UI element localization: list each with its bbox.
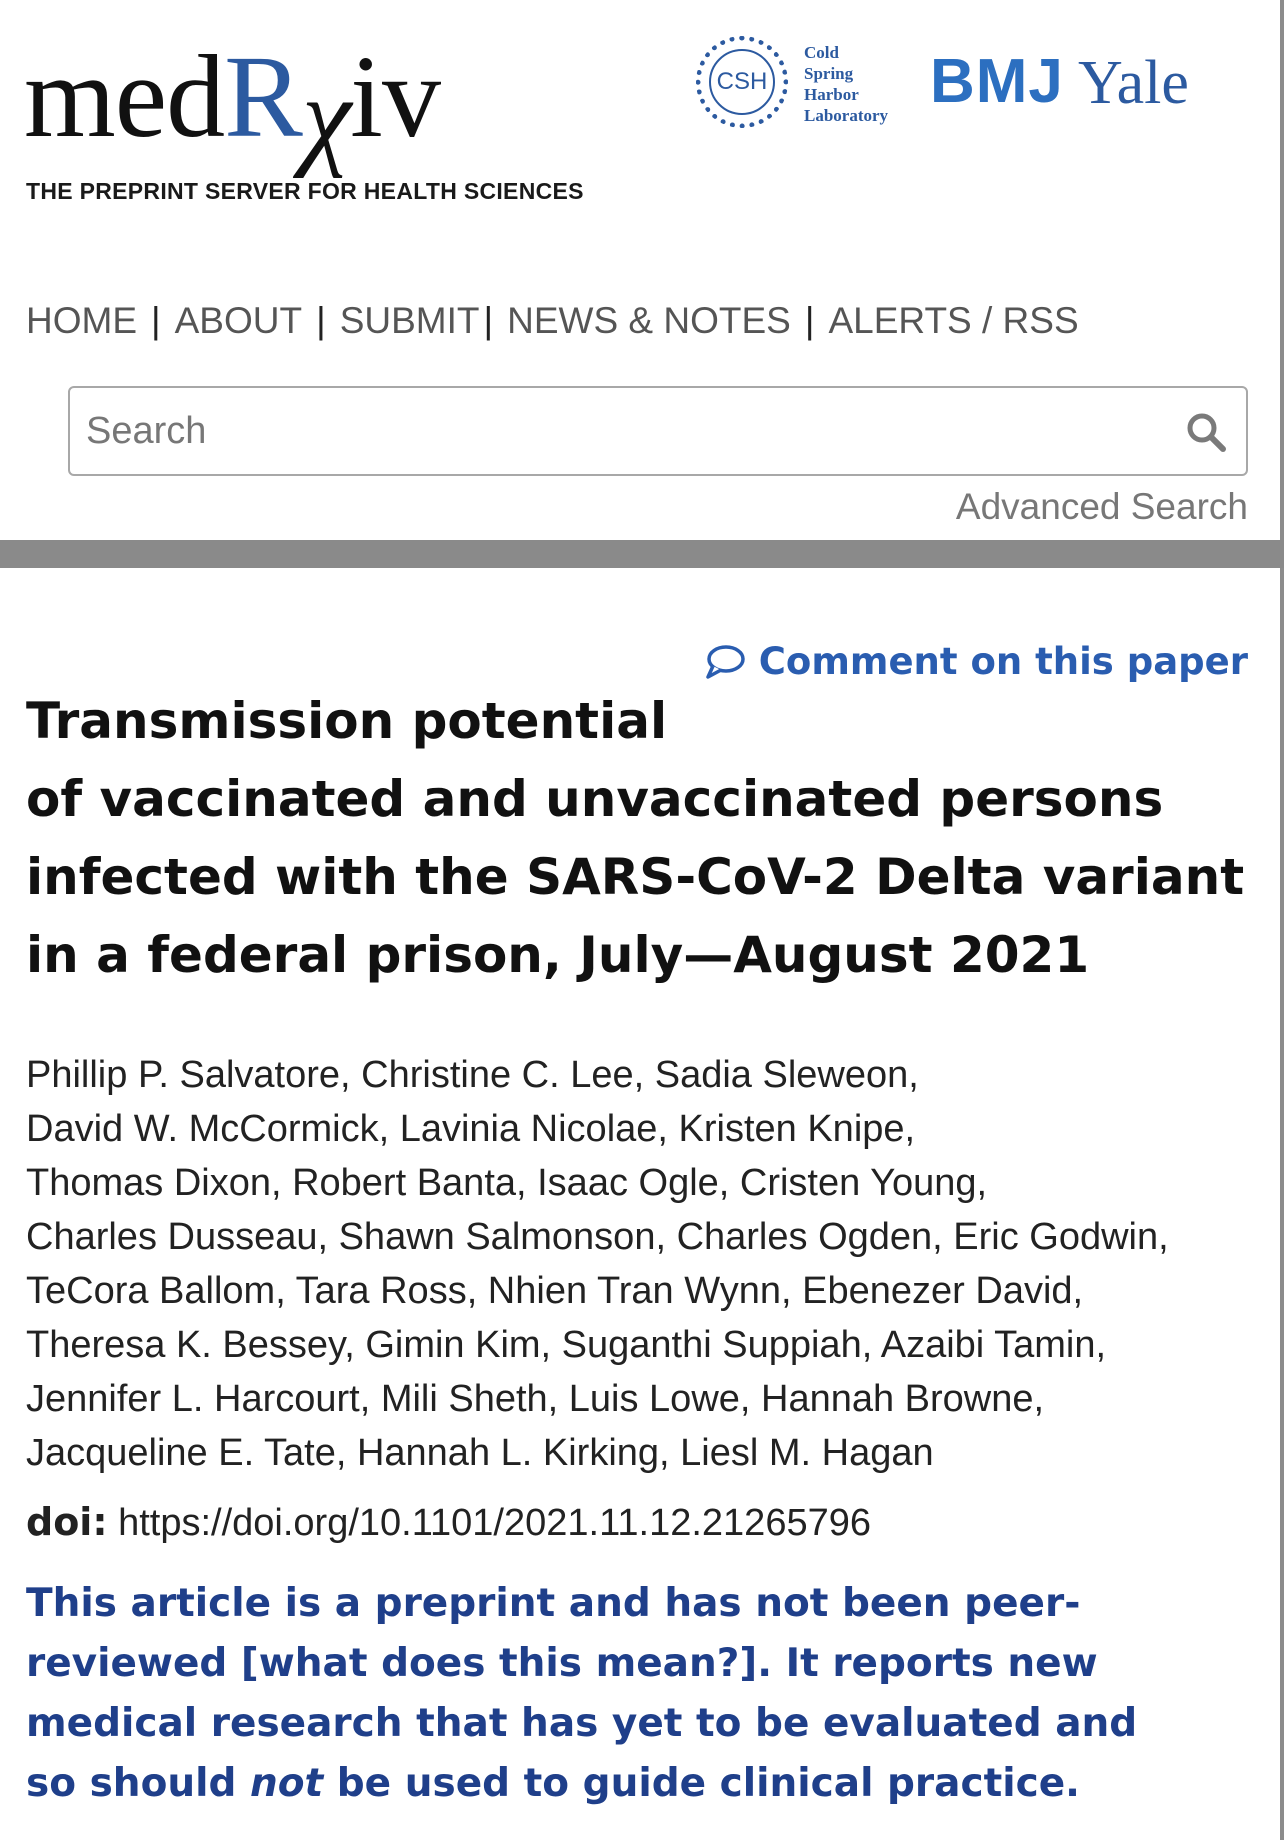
notice-line: This article is a preprint and has not b… xyxy=(26,1581,1081,1626)
notice-text: reviewed xyxy=(26,1641,241,1686)
author-line: David W. McCormick, Lavinia Nicolae, Kri… xyxy=(26,1108,916,1150)
search-input[interactable] xyxy=(86,388,1166,474)
logo-med: med xyxy=(24,31,225,162)
doi-line: doi: https://doi.org/10.1101/2021.11.12.… xyxy=(26,1500,871,1545)
notice-text: . It reports new xyxy=(757,1641,1098,1686)
header-divider-bar xyxy=(0,540,1284,568)
csh-line: Laboratory xyxy=(804,106,889,125)
nav-news-notes[interactable]: NEWS & NOTES xyxy=(507,300,791,342)
csh-wordmark: Cold Spring Harbor Laboratory xyxy=(804,42,888,126)
nav-submit[interactable]: SUBMIT xyxy=(340,300,480,342)
nav-separator: | xyxy=(316,300,326,341)
search-box xyxy=(68,386,1248,476)
logo-chi: χ xyxy=(301,55,351,179)
medrxiv-logo[interactable]: medRχiv xyxy=(24,38,441,174)
nav-separator: | xyxy=(804,300,815,341)
title-line: Transmission potential xyxy=(26,692,668,750)
comment-bubble-icon xyxy=(706,644,745,679)
title-line: infected with the SARS-CoV-2 Delta varia… xyxy=(26,848,1245,906)
csh-logo[interactable]: CSH xyxy=(696,36,788,128)
author-line: Jacqueline E. Tate, Hannah L. Kirking, L… xyxy=(26,1432,934,1474)
author-list: Phillip P. Salvatore, Christine C. Lee, … xyxy=(26,1048,1256,1480)
advanced-search-link[interactable]: Advanced Search xyxy=(956,486,1248,528)
csh-line: Cold xyxy=(804,43,839,62)
nav-about[interactable]: ABOUT xyxy=(175,300,302,342)
search-icon[interactable] xyxy=(1184,410,1228,454)
author-line: TeCora Ballom, Tara Ross, Nhien Tran Wyn… xyxy=(26,1270,1084,1312)
author-line: Thomas Dixon, Robert Banta, Isaac Ogle, … xyxy=(26,1162,988,1204)
author-line: Jennifer L. Harcourt, Mili Sheth, Luis L… xyxy=(26,1378,1045,1420)
nav-separator: | xyxy=(151,300,161,341)
title-line: in a federal prison, July—August 2021 xyxy=(26,926,1090,984)
nav-separator: | xyxy=(483,300,494,341)
notice-line: so should not be used to guide clinical … xyxy=(26,1754,1266,1814)
what-does-this-mean-link[interactable]: [what does this mean?] xyxy=(241,1641,757,1686)
notice-text: so should xyxy=(26,1761,250,1806)
doi-label: doi: xyxy=(26,1500,108,1544)
preprint-notice: This article is a preprint and has not b… xyxy=(26,1574,1266,1814)
author-line: Charles Dusseau, Shawn Salmonson, Charle… xyxy=(26,1216,1169,1258)
notice-text: be used to guide clinical practice. xyxy=(323,1761,1080,1806)
logo-iv: iv xyxy=(350,31,441,162)
comment-link[interactable]: Comment on this paper xyxy=(705,640,1248,683)
article-title: Transmission potential of vaccinated and… xyxy=(26,682,1256,994)
notice-line: reviewed [what does this mean?]. It repo… xyxy=(26,1634,1266,1694)
notice-line: medical research that has yet to be eval… xyxy=(26,1701,1138,1746)
nav-home[interactable]: HOME xyxy=(26,300,137,342)
bmj-logo[interactable]: BMJ xyxy=(930,46,1064,117)
doi-link[interactable]: https://doi.org/10.1101/2021.11.12.21265… xyxy=(118,1502,871,1544)
comment-link-label: Comment on this paper xyxy=(758,640,1248,683)
csh-line: Harbor xyxy=(804,85,859,104)
logo-r: R xyxy=(224,31,303,162)
main-nav: HOME | ABOUT | SUBMIT | NEWS & NOTES | A… xyxy=(26,300,1079,342)
yale-logo[interactable]: Yale xyxy=(1078,48,1189,119)
csh-line: Spring xyxy=(804,64,854,83)
title-line: of vaccinated and unvaccinated persons xyxy=(26,770,1164,828)
page: medRχiv THE PREPRINT SERVER FOR HEALTH S… xyxy=(0,0,1284,1840)
csh-monogram: CSH xyxy=(709,49,775,115)
right-edge-divider xyxy=(1280,0,1284,1840)
tagline: THE PREPRINT SERVER FOR HEALTH SCIENCES xyxy=(26,178,584,204)
author-line: Phillip P. Salvatore, Christine C. Lee, … xyxy=(26,1054,919,1096)
author-line: Theresa K. Bessey, Gimin Kim, Suganthi S… xyxy=(26,1324,1107,1366)
notice-emphasis: not xyxy=(249,1761,324,1806)
nav-alerts-rss[interactable]: ALERTS / RSS xyxy=(828,300,1078,342)
